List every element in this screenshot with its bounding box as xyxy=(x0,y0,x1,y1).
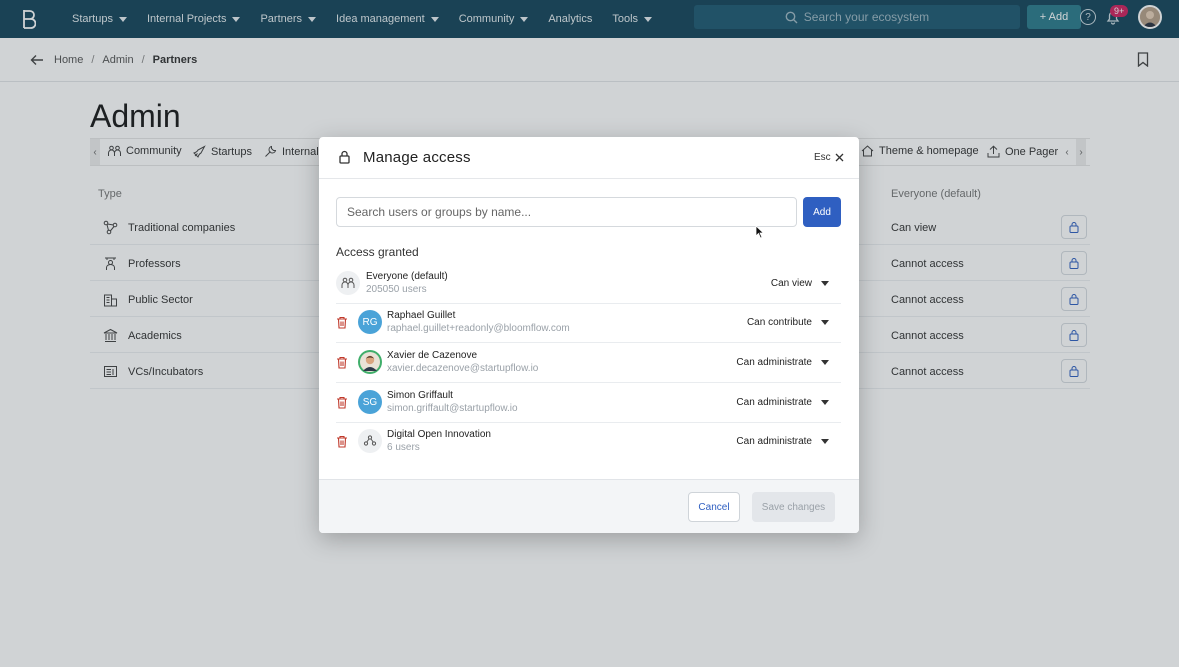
entry-subtitle: xavier.decazenove@startupflow.io xyxy=(387,363,539,374)
entry-subtitle: simon.griffault@startupflow.io xyxy=(387,403,518,414)
group-icon xyxy=(341,277,355,288)
permission-select[interactable]: Can administrate xyxy=(736,436,829,447)
trash-icon[interactable] xyxy=(336,396,348,409)
close-icon xyxy=(835,153,844,162)
chevron-down-icon xyxy=(821,439,829,444)
trash-icon[interactable] xyxy=(336,356,348,369)
avatar: RG xyxy=(358,310,382,334)
modal-title: Manage access xyxy=(363,149,471,166)
chevron-down-icon xyxy=(821,281,829,286)
user-photo-icon xyxy=(360,352,380,372)
permission-select[interactable]: Can administrate xyxy=(736,397,829,408)
access-entry: Digital Open Innovation 6 users Can admi… xyxy=(336,422,841,462)
team-icon xyxy=(363,435,377,446)
avatar: SG xyxy=(358,390,382,414)
entry-subtitle: 205050 users xyxy=(366,284,427,295)
cancel-button[interactable]: Cancel xyxy=(688,492,740,522)
entry-name: Xavier de Cazenove xyxy=(387,350,478,361)
entry-name: Simon Griffault xyxy=(387,390,453,401)
mouse-cursor-icon xyxy=(755,225,765,239)
chevron-down-icon xyxy=(821,320,829,325)
lock-icon xyxy=(339,150,350,164)
access-entry: RG Raphael Guillet raphael.guillet+reado… xyxy=(336,303,841,343)
permission-select[interactable]: Can view xyxy=(771,278,829,289)
access-entry: Everyone (default) 205050 users Can view xyxy=(336,264,841,304)
trash-icon[interactable] xyxy=(336,316,348,329)
save-changes-button[interactable]: Save changes xyxy=(752,492,835,522)
trash-icon[interactable] xyxy=(336,435,348,448)
chevron-down-icon xyxy=(821,360,829,365)
avatar xyxy=(358,350,382,374)
permission-select[interactable]: Can contribute xyxy=(747,317,829,328)
close-button[interactable]: Esc xyxy=(814,152,844,163)
add-button[interactable]: Add xyxy=(803,197,841,227)
entry-subtitle: raphael.guillet+readonly@bloomflow.com xyxy=(387,323,570,334)
manage-access-modal: Manage access Esc Search users or groups… xyxy=(319,137,859,533)
access-granted-heading: Access granted xyxy=(336,245,419,259)
entry-name: Everyone (default) xyxy=(366,271,448,282)
permission-select[interactable]: Can administrate xyxy=(736,357,829,368)
modal-header: Manage access Esc xyxy=(319,137,859,179)
chevron-down-icon xyxy=(821,400,829,405)
modal-footer: Cancel Save changes xyxy=(319,479,859,533)
access-entry: Xavier de Cazenove xavier.decazenove@sta… xyxy=(336,343,841,383)
entry-name: Raphael Guillet xyxy=(387,310,456,321)
entry-subtitle: 6 users xyxy=(387,442,420,453)
user-search-input[interactable]: Search users or groups by name... xyxy=(336,197,797,227)
entry-name: Digital Open Innovation xyxy=(387,429,491,440)
group-avatar xyxy=(336,271,360,295)
group-avatar xyxy=(358,429,382,453)
access-entry: SG Simon Griffault simon.griffault@start… xyxy=(336,383,841,423)
